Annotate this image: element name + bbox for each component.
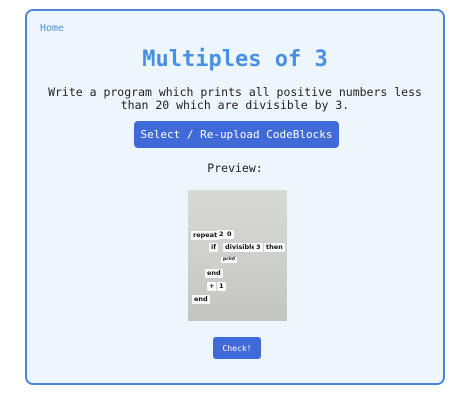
block-repeat: repeat: [191, 231, 220, 240]
check-button[interactable]: Check!: [213, 337, 261, 359]
exercise-card: Home Multiples of 3 Write a program whic…: [25, 9, 445, 385]
block-then: then: [264, 243, 285, 252]
home-link[interactable]: Home: [40, 23, 64, 34]
block-number-1: 1: [217, 282, 226, 291]
upload-codeblocks-button[interactable]: Select / Re-upload CodeBlocks: [134, 121, 339, 148]
block-divisible: divisible: [223, 243, 258, 252]
block-end-outer: end: [192, 295, 210, 304]
preview-label: Preview:: [207, 161, 263, 175]
block-end-inner: end: [205, 269, 223, 278]
page-title: Multiples of 3: [142, 47, 328, 72]
exercise-description: Write a program which prints all positiv…: [48, 85, 422, 112]
block-if: if: [209, 243, 219, 252]
block-number-0: 0: [225, 230, 234, 239]
block-plus: +: [207, 282, 217, 291]
block-print: print: [221, 257, 238, 263]
block-number-3: 3: [254, 243, 263, 252]
codeblocks-preview-image: repeat 2 0 if divisible 3 then print end…: [188, 190, 287, 321]
